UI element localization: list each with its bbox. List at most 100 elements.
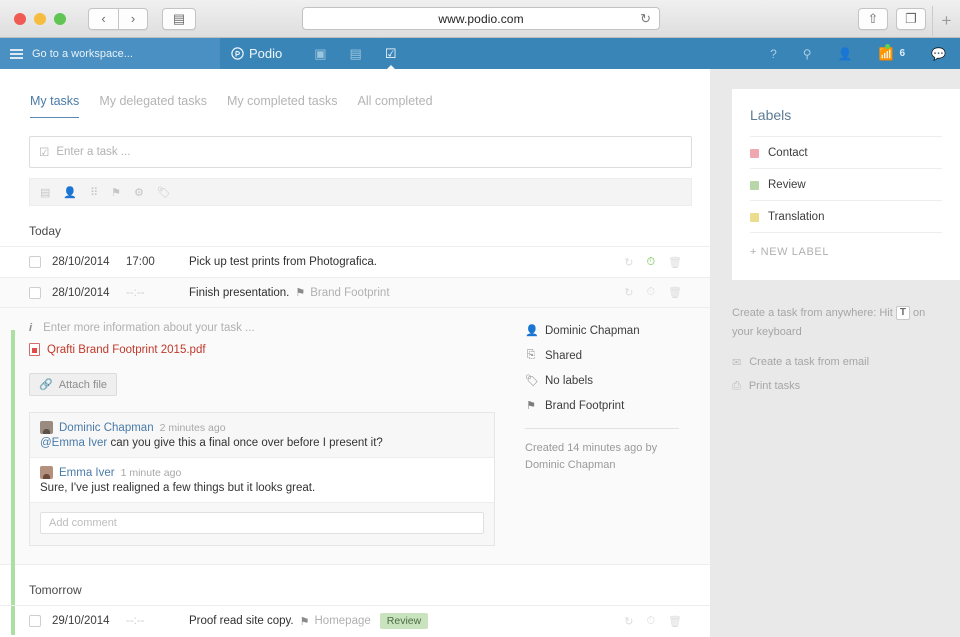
comment-author[interactable]: Emma Iver [59,467,115,479]
comment-timestamp: 2 minutes ago [159,421,226,434]
new-task-input[interactable]: ☑ Enter a task ... [29,136,692,168]
calendar-icon[interactable]: ▤ [40,186,50,199]
flag-icon: ⚑ [526,400,536,412]
label-name: Translation [768,211,825,223]
comment-body: @Emma Iver can you give this a final onc… [40,437,484,449]
tab-my-completed-tasks[interactable]: My completed tasks [227,94,337,118]
flag-icon[interactable]: ⚑ [111,186,121,199]
label-name: Contact [768,147,808,159]
close-window-button[interactable] [14,12,26,25]
tag-icon[interactable]: 🏷 [157,186,171,199]
comment-author[interactable]: Dominic Chapman [59,422,154,434]
add-person-icon[interactable]: 👤 [838,47,853,61]
checkbox-icon: ☑ [39,147,50,159]
table-row[interactable]: 29/10/2014 --:-- Proof read site copy. ⚑… [0,605,710,636]
print-tasks-link[interactable]: ⎙ Print tasks [732,380,940,393]
gear-icon[interactable]: ⚙ [134,186,144,199]
tasks-icon[interactable]: ☑ [385,38,397,69]
status-badge[interactable]: Review [379,613,429,629]
labels-card: Labels Contact Review Translation + NEW … [732,89,960,280]
print-icon: ⎙ [732,379,741,392]
task-checkbox[interactable] [29,256,41,268]
avatar [40,466,53,479]
row-actions: ↻ ⏱ 🗑 [624,286,682,299]
table-row[interactable]: 28/10/2014 --:-- Finish presentation. ⚑ … [0,277,710,308]
meta-sharing[interactable]: ⎘ Shared [525,349,679,362]
sidebar-toggle-icon[interactable]: ▤ [162,7,196,30]
alarm-icon[interactable]: ⏱ [646,256,655,269]
print-tasks-label: Print tasks [748,380,801,392]
tabs-overview-icon[interactable]: ❐ [896,7,926,30]
activity-count-badge: 6 [899,48,906,59]
refresh-icon[interactable]: ↻ [624,256,633,269]
add-comment-input[interactable]: Add comment [40,512,484,534]
task-checkbox[interactable] [29,286,41,299]
task-reference[interactable]: ⚑ Homepage [300,615,371,628]
tab-my-tasks[interactable]: My tasks [30,94,80,118]
refresh-icon[interactable]: ↻ [624,615,633,628]
task-time: 17:00 [126,256,155,268]
minimize-window-button[interactable] [34,12,46,25]
task-tabs: My tasks My delegated tasks My completed… [0,69,710,118]
task-reference[interactable]: ⚑ Brand Footprint [295,286,389,300]
chat-icon[interactable]: 💬 [931,47,946,61]
task-time: --:-- [126,286,145,299]
new-tab-button[interactable]: + [932,6,960,36]
create-task-from-email-link[interactable]: ✉ Create a task from email [732,356,940,369]
activity-feed-button[interactable]: 📶 6 [879,43,906,61]
tag-icon: 🏷 [525,375,539,387]
new-label-button[interactable]: + NEW LABEL [750,232,942,258]
task-checkbox[interactable] [29,615,41,627]
help-icon[interactable]: ? [770,47,777,61]
task-date: 28/10/2014 [52,286,110,299]
forward-button[interactable]: › [118,7,148,30]
comment-mention[interactable]: @Emma Iver [40,437,107,449]
attach-file-button[interactable]: 🔗 Attach file [29,373,118,396]
reload-icon[interactable]: ↻ [640,11,651,27]
tab-all-completed[interactable]: All completed [357,94,432,118]
alarm-icon[interactable]: ⏱ [646,615,655,628]
info-icon: i [29,322,33,334]
task-detail-panel: i Enter more information about your task… [0,308,710,565]
browser-right-actions: ⇧ ❐ [858,7,926,30]
navigation-buttons: ‹ › [88,7,148,30]
delete-icon[interactable]: 🗑 [668,286,682,299]
new-task-placeholder: Enter a task ... [56,146,131,158]
sidebar-item-contact[interactable]: Contact [750,136,942,168]
tab-my-delegated-tasks[interactable]: My delegated tasks [99,94,207,118]
activity-status-dot [885,43,891,49]
person-icon[interactable]: 👤 [63,186,77,199]
share-icon[interactable]: ⇧ [858,7,888,30]
pdf-file-icon [29,343,40,356]
search-icon[interactable]: ⚲ [803,47,812,61]
attachment-item[interactable]: Qrafti Brand Footprint 2015.pdf [29,343,509,356]
color-swatch-icon [750,180,759,190]
grid-icon[interactable]: ⠿ [90,186,98,199]
task-time: --:-- [126,615,145,627]
podio-top-nav: Go to a workspace... Podio ▣ ▤ ☑ ? ⚲ 👤 📶… [0,38,960,69]
list-item: Emma Iver 1 minute ago Sure, I've just r… [30,458,494,503]
sidebar-item-review[interactable]: Review [750,168,942,200]
delete-icon[interactable]: 🗑 [668,615,682,628]
calendar-icon[interactable]: ▤ [350,38,362,69]
meta-assignee[interactable]: 👤 Dominic Chapman [525,324,679,338]
table-row[interactable]: 28/10/2014 17:00 Pick up test prints fro… [0,246,710,277]
address-bar[interactable]: www.podio.com ↻ [302,7,660,30]
refresh-icon[interactable]: ↻ [624,286,633,299]
right-sidebar: Labels Contact Review Translation + NEW … [710,69,960,637]
maximize-window-button[interactable] [54,12,66,25]
section-heading-tomorrow: Tomorrow [29,583,82,597]
alarm-icon[interactable]: ⏱ [646,286,655,299]
apps-icon[interactable]: ▣ [314,38,326,69]
workspace-switcher[interactable]: Go to a workspace... [0,38,220,69]
podio-logo[interactable]: Podio [231,46,282,61]
task-description-field[interactable]: i Enter more information about your task… [29,322,509,334]
meta-labels[interactable]: 🏷 No labels [525,374,679,388]
meta-reference[interactable]: ⚑ Brand Footprint [525,399,679,413]
task-title: Pick up test prints from Photografica. [189,256,377,268]
new-task-toolbar: ▤ 👤 ⠿ ⚑ ⚙ 🏷 [29,178,692,206]
brand-text: Podio [249,46,283,61]
delete-icon[interactable]: 🗑 [668,256,682,269]
sidebar-item-translation[interactable]: Translation [750,200,942,232]
back-button[interactable]: ‹ [88,7,118,30]
